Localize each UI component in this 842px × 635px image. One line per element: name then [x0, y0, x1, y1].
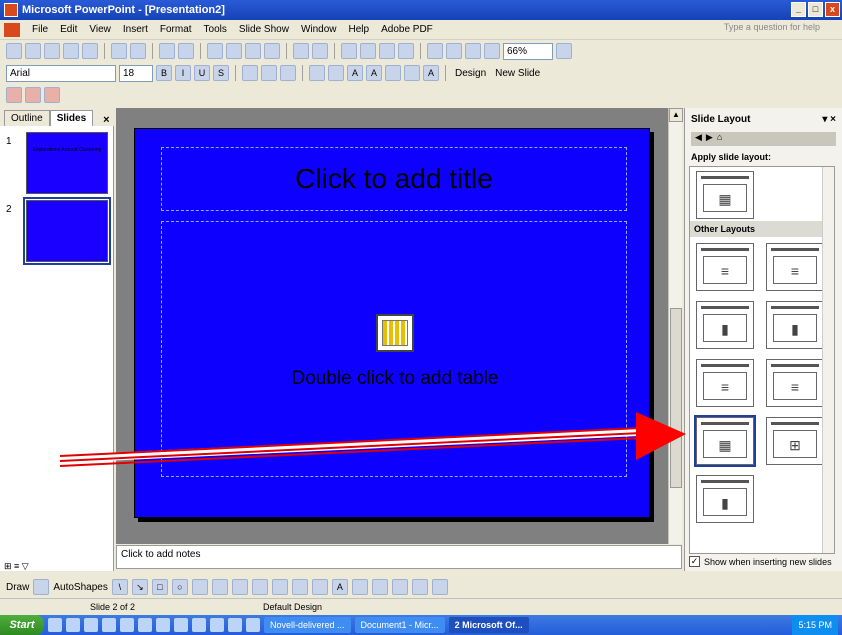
annotation-arrow — [59, 412, 686, 467]
arrow-head — [636, 412, 686, 460]
arrow-line-2 — [59, 432, 641, 462]
